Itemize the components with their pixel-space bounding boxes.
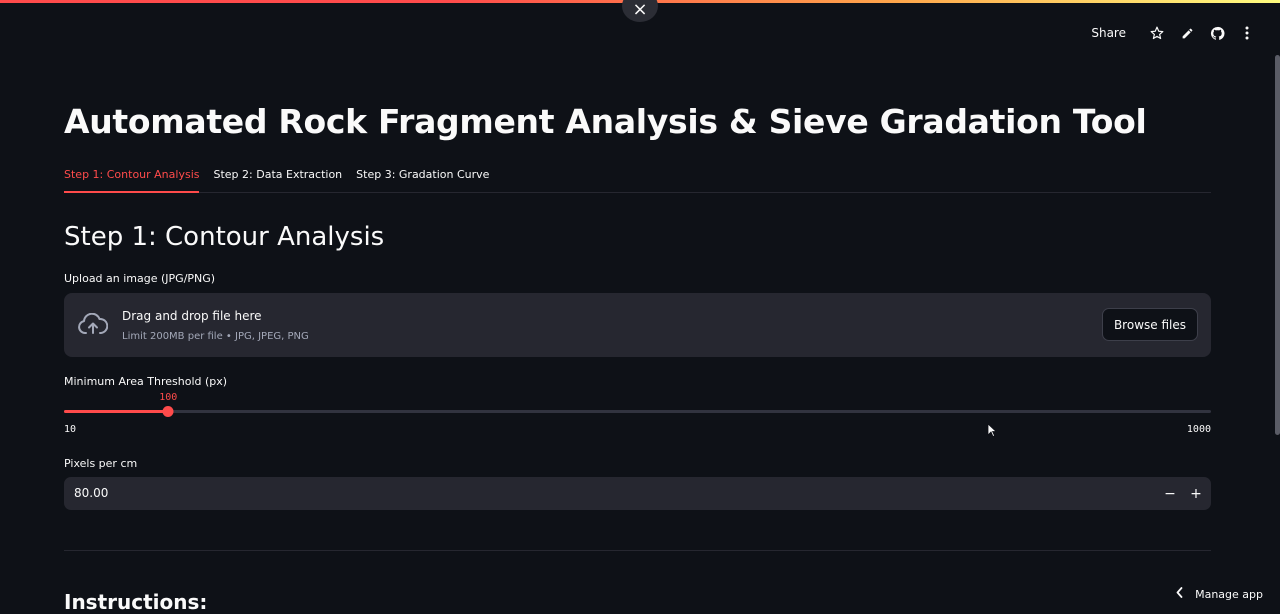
edit-pencil-icon[interactable]	[1172, 27, 1202, 40]
github-icon[interactable]	[1202, 26, 1232, 41]
slider-value-label: 100	[159, 392, 178, 403]
area-threshold-slider[interactable]: 100 10 1000	[64, 392, 1211, 435]
decrement-button[interactable]: −	[1157, 477, 1183, 510]
mouse-cursor-icon	[987, 422, 998, 441]
slider-fill	[64, 410, 169, 413]
tab-bar: Step 1: Contour Analysis Step 2: Data Ex…	[64, 164, 1211, 193]
slider-label: Minimum Area Threshold (px)	[64, 375, 228, 388]
pixels-per-cm-value[interactable]: 80.00	[74, 477, 108, 510]
section-title: Step 1: Contour Analysis	[64, 222, 385, 252]
close-button[interactable]: ×	[622, 0, 658, 22]
slider-max-label: 1000	[1186, 424, 1211, 435]
more-vertical-icon[interactable]	[1232, 26, 1262, 40]
tab-gradation-curve[interactable]: Step 3: Gradation Curve	[356, 164, 489, 192]
uploader-label: Upload an image (JPG/PNG)	[64, 272, 216, 285]
chevron-left-icon	[1176, 587, 1183, 601]
cloud-upload-icon	[78, 312, 109, 339]
section-divider	[64, 550, 1211, 551]
browse-files-button[interactable]: Browse files	[1101, 308, 1198, 341]
instructions-heading: Instructions:	[64, 590, 208, 614]
slider-thumb[interactable]	[162, 406, 174, 417]
pixels-per-cm-input[interactable]: 80.00 − +	[64, 477, 1211, 510]
manage-app-button[interactable]: Manage app	[1176, 585, 1263, 603]
slider-track[interactable]	[64, 410, 1211, 413]
close-icon: ×	[632, 0, 648, 20]
share-button[interactable]: Share	[1091, 26, 1126, 40]
page-scrollbar[interactable]	[1275, 55, 1280, 435]
file-dropzone[interactable]: Drag and drop file here Limit 200MB per …	[64, 293, 1211, 357]
dropzone-title: Drag and drop file here	[122, 309, 262, 323]
pixels-per-cm-label: Pixels per cm	[64, 457, 138, 470]
tab-data-extraction[interactable]: Step 2: Data Extraction	[213, 164, 342, 192]
dropzone-subtitle: Limit 200MB per file • JPG, JPEG, PNG	[122, 331, 309, 342]
increment-button[interactable]: +	[1183, 477, 1209, 510]
star-icon[interactable]	[1142, 26, 1172, 40]
manage-app-label: Manage app	[1195, 587, 1263, 601]
page-title: Automated Rock Fragment Analysis & Sieve…	[64, 102, 1147, 141]
app-toolbar: Share	[1091, 22, 1262, 44]
tab-contour-analysis[interactable]: Step 1: Contour Analysis	[64, 164, 200, 193]
slider-min-label: 10	[64, 424, 77, 435]
